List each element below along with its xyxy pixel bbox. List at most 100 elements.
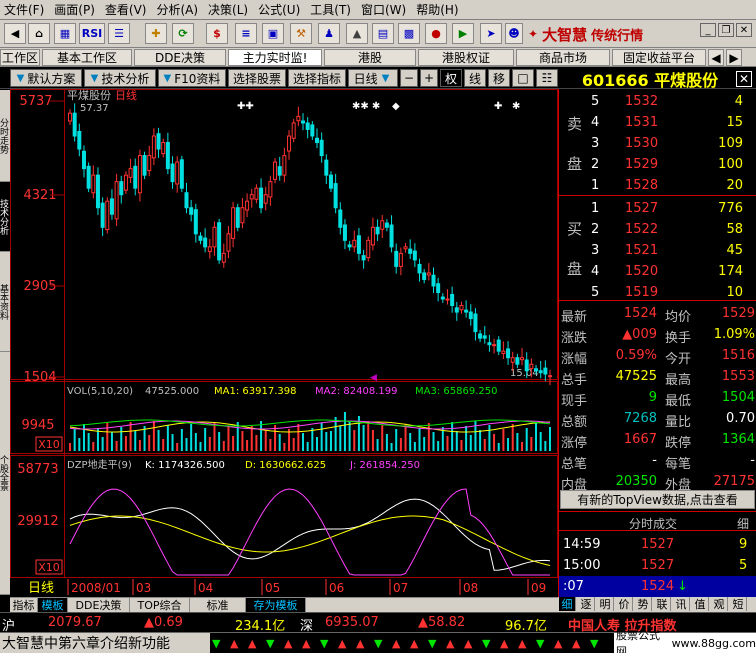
table-icon[interactable]: ☰	[108, 23, 130, 44]
move-button[interactable]: 移	[488, 69, 510, 87]
grid-icon[interactable]: ▦	[54, 23, 76, 44]
tab-dde[interactable]: DDE决策	[134, 49, 226, 66]
stat-row[interactable]: 总笔 - 每笔 -	[559, 450, 756, 472]
box-icon[interactable]: □	[512, 69, 534, 87]
select-indicator-button[interactable]: 选择指标	[288, 69, 346, 87]
minus-icon[interactable]: −	[400, 69, 418, 87]
buy-row[interactable]: 4 1520 174	[559, 261, 756, 282]
stats-icon[interactable]: ▩	[398, 23, 420, 44]
minimize-icon[interactable]: _	[700, 23, 716, 37]
bottom-tab-template[interactable]: 模板	[38, 598, 68, 612]
menu-view[interactable]: 查看(V)	[101, 1, 153, 18]
tick-row[interactable]: 14:59 1527 9	[559, 534, 756, 555]
sell-row[interactable]: 5 1532 4	[559, 91, 756, 112]
tab-hk-stock[interactable]: 港股	[324, 49, 416, 66]
buy-row[interactable]: 5 1519 10	[559, 282, 756, 303]
right-tab[interactable]: 价	[616, 597, 633, 611]
default-scheme-button[interactable]: ▼ 默认方案	[10, 69, 82, 87]
bottom-tab-top[interactable]: TOP综合	[130, 598, 190, 612]
tick-row[interactable]: :07 1524 ↓	[559, 576, 756, 597]
bottom-tab-indicator[interactable]: 指标	[10, 598, 38, 612]
sell-row[interactable]: 1 1528 20	[559, 175, 756, 196]
menu-window[interactable]: 窗口(W)	[357, 1, 412, 18]
select-stock-button[interactable]: 选择股票	[228, 69, 286, 87]
tab-main-monitor[interactable]: 主力实时监!	[228, 49, 322, 66]
tick-row[interactable]: 15:00 1527 5	[559, 555, 756, 576]
stat-row[interactable]: 涨幅 0.59% 今开 1516	[559, 345, 756, 367]
crosshair-icon[interactable]: ✚	[145, 23, 167, 44]
rsi-button[interactable]: RSI	[79, 23, 105, 44]
right-tab[interactable]: 逐	[578, 597, 595, 611]
menu-file[interactable]: 文件(F)	[0, 1, 50, 18]
line-button[interactable]: 线	[464, 69, 486, 87]
left-tab-technical[interactable]: 技术分析	[0, 182, 10, 252]
rights-button[interactable]: 权	[440, 69, 462, 87]
stat-row[interactable]: 内盘 20350 外盘 27175	[559, 471, 756, 493]
people-icon[interactable]: ♟	[318, 23, 340, 44]
close-panel-icon[interactable]: ✕	[736, 71, 752, 87]
buy-row[interactable]: 1 1527 776	[559, 198, 756, 219]
left-tab-intraday[interactable]: 分时走势	[0, 90, 10, 182]
stat-row[interactable]: 涨停 1667 跌停 1364	[559, 429, 756, 451]
period-button[interactable]: 日线 ▼	[348, 69, 398, 87]
tab-workspace[interactable]: 工作区	[0, 49, 40, 66]
event-marker-icon[interactable]: ◆	[392, 101, 400, 112]
stat-row[interactable]: 总手 47525 最高 1553	[559, 366, 756, 388]
right-tab[interactable]: 细	[559, 597, 576, 611]
left-tab-fundamentals[interactable]: 基本资料	[0, 252, 10, 352]
left-tab-overview[interactable]: 个股全景	[0, 352, 10, 595]
cursor-marker-icon[interactable]: ◀	[370, 373, 377, 383]
right-tab[interactable]: 联	[654, 597, 671, 611]
user-icon[interactable]: ☻	[505, 23, 523, 44]
list-icon[interactable]: ≡	[235, 23, 257, 44]
ticks-detail[interactable]: 细	[737, 515, 749, 532]
kline-chart[interactable]: 5737 4321 2905 1504 平煤股份 日线 57.37 15.04 …	[10, 89, 558, 597]
menu-tools[interactable]: 工具(T)	[306, 1, 357, 18]
home-icon[interactable]: ⌂	[28, 23, 50, 44]
stat-row[interactable]: 总额 7268 量比 0.70	[559, 408, 756, 430]
info-icon[interactable]: ▶	[452, 23, 474, 44]
topview-button[interactable]: 有新的TopView数据,点击查看	[560, 490, 755, 509]
stack-icon[interactable]: ☷	[536, 69, 558, 87]
right-tab[interactable]: 短	[730, 597, 747, 611]
tab-scroll-left-icon[interactable]: ◀	[708, 49, 724, 66]
right-tab[interactable]: 势	[635, 597, 652, 611]
pin-icon[interactable]: ▲	[346, 23, 368, 44]
tab-commodity[interactable]: 商品市场	[516, 49, 610, 66]
event-marker-icon[interactable]: ✚✚	[237, 101, 254, 112]
back-arrow-icon[interactable]: ◀	[4, 23, 26, 44]
tab-hk-warrant[interactable]: 港股权证	[418, 49, 514, 66]
tab-fixed-income[interactable]: 固定收益平台	[612, 49, 706, 66]
event-marker-icon[interactable]: ✚	[494, 101, 502, 112]
menu-decision[interactable]: 决策(L)	[204, 1, 254, 18]
document-icon[interactable]: ▤	[372, 23, 394, 44]
forward-icon[interactable]: ➤	[480, 23, 502, 44]
buy-row[interactable]: 2 1522 58	[559, 219, 756, 240]
menu-screen[interactable]: 画面(P)	[50, 1, 101, 18]
menu-analysis[interactable]: 分析(A)	[152, 1, 204, 18]
ad-banner[interactable]: 股票公式网 www.88gg.com	[614, 629, 756, 653]
stat-row[interactable]: 现手 9 最低 1504	[559, 387, 756, 409]
right-tab[interactable]: 讯	[673, 597, 690, 611]
sell-row[interactable]: 2 1529 100	[559, 154, 756, 175]
right-tab[interactable]: 观	[711, 597, 728, 611]
right-tab[interactable]: 明	[597, 597, 614, 611]
f10-button[interactable]: ▼ F10资料	[158, 69, 226, 87]
tech-analysis-button[interactable]: ▼ 技术分析	[84, 69, 156, 87]
buy-row[interactable]: 3 1521 45	[559, 240, 756, 261]
refresh-icon[interactable]: ⟳	[172, 23, 194, 44]
bottom-tab-dde[interactable]: DDE决策	[68, 598, 130, 612]
bottom-tab-save-template[interactable]: 存为模板	[246, 598, 306, 612]
window-icon[interactable]: ▣	[262, 23, 284, 44]
stat-row[interactable]: 最新 1524 均价 1529	[559, 303, 756, 325]
sell-row[interactable]: 4 1531 15	[559, 112, 756, 133]
menu-help[interactable]: 帮助(H)	[412, 1, 464, 18]
stat-row[interactable]: 涨跌 ▲009 换手 1.09%	[559, 324, 756, 346]
plus-icon[interactable]: +	[420, 69, 438, 87]
restore-icon[interactable]: ❐	[718, 23, 734, 37]
ticker-text[interactable]: 大智慧中第六章介绍新功能	[0, 633, 210, 653]
tab-basic-workspace[interactable]: 基本工作区	[42, 49, 132, 66]
dollar-button[interactable]: $	[206, 23, 228, 44]
right-tab[interactable]: 值	[692, 597, 709, 611]
event-marker-icon[interactable]: ✱	[512, 101, 520, 112]
